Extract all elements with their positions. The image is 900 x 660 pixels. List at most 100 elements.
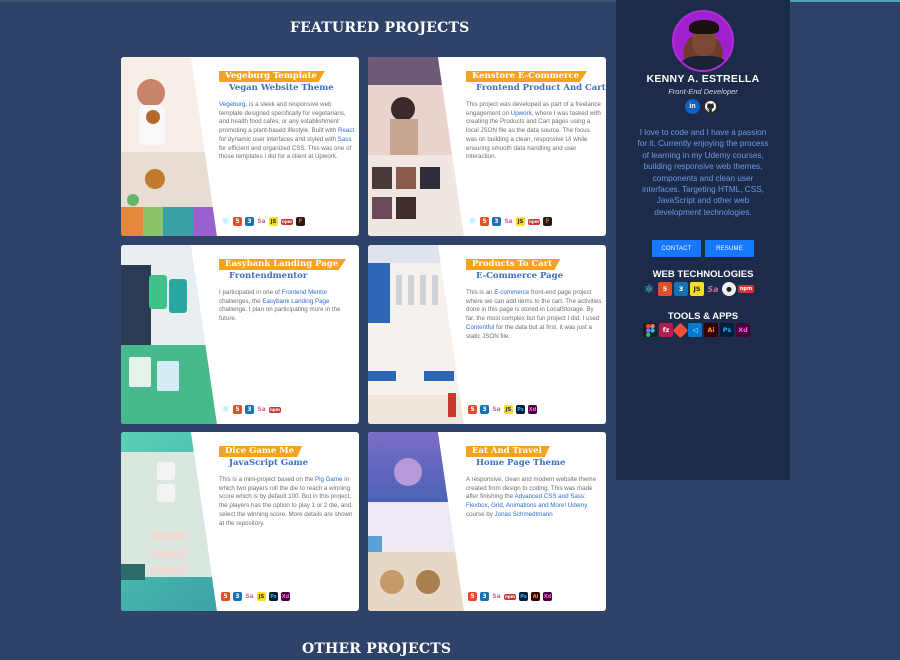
tools-apps-icons: fz ◁ Ai Ps Xd (643, 322, 750, 338)
project-subtitle: Frontend Product And Cart (476, 83, 606, 93)
project-description: Vegeburg, is a sleek and responsive web … (219, 101, 355, 162)
project-content: Kenstore E-Commerce Frontend Product And… (466, 65, 606, 162)
project-description: This is an E-commerce front-end page pro… (466, 289, 602, 341)
project-card-vegeburg[interactable]: Vegeburg Template Vegan Website Theme Ve… (121, 57, 359, 236)
css3-icon: 3 (233, 592, 242, 601)
project-title: Vegeburg Template (219, 71, 325, 82)
css3-icon: 3 (245, 217, 254, 226)
css3-icon: 3 (245, 405, 254, 414)
project-content: Dice Game Me JavaScript Game This is a m… (219, 440, 355, 528)
javascript-icon: JS (504, 405, 513, 414)
react-icon: ⚛ (221, 404, 230, 415)
react-icon: ⚛ (221, 216, 230, 227)
description-link[interactable]: Frontend Mentor (282, 289, 328, 296)
html5-icon: 5 (658, 282, 672, 296)
react-icon: ⚛ (468, 216, 477, 227)
javascript-icon: JS (257, 592, 266, 601)
tech-icons: 5 3 Sa npm Ps Ai Xd (468, 592, 552, 601)
npm-icon: npm (504, 593, 516, 600)
project-card-eat-and-travel[interactable]: Eat And Travel Home Page Theme A respons… (368, 432, 606, 611)
github-icon[interactable] (703, 99, 718, 114)
description-text: I participated in one of (219, 289, 282, 296)
xd-icon: Xd (736, 323, 750, 337)
javascript-icon: JS (269, 217, 278, 226)
description-link[interactable]: Upwork (511, 110, 532, 117)
web-technologies-icons: ⚛ 5 3 JS Sa ● npm (642, 282, 754, 296)
css3-icon: 3 (480, 592, 489, 601)
project-description: A responsive, clean and modern website t… (466, 476, 602, 520)
project-subtitle: Frontendmentor (229, 271, 308, 281)
project-card-dice-game[interactable]: Dice Game Me JavaScript Game This is a m… (121, 432, 359, 611)
xd-icon: Xd (543, 592, 552, 601)
html5-icon: 5 (221, 592, 230, 601)
figma-glyph (645, 323, 655, 337)
project-subtitle: Home Page Theme (476, 458, 566, 468)
html5-icon: 5 (480, 217, 489, 226)
web-technologies-heading: WEB TECHNOLOGIES (652, 269, 754, 280)
project-content: Vegeburg Template Vegan Website Theme Ve… (219, 65, 355, 162)
description-link[interactable]: React (338, 127, 354, 134)
project-description: This project was developed as part of a … (466, 101, 602, 162)
project-card-kenstore[interactable]: Kenstore E-Commerce Frontend Product And… (368, 57, 606, 236)
tech-icons: ⚛ 5 3 Sa npm (221, 404, 281, 415)
description-text: This is an (466, 289, 495, 296)
tech-icons: ⚛ 5 3 Sa JS npm F (221, 216, 305, 227)
avatar-hair (689, 20, 719, 34)
description-text: , where I was tasked with creating the P… (466, 109, 601, 161)
illustrator-icon: Ai (704, 323, 718, 337)
profile-role: Front-End Developer (668, 87, 738, 96)
project-content: Eat And Travel Home Page Theme A respons… (466, 440, 602, 520)
description-link[interactable]: Vegeburg (219, 101, 246, 108)
resume-button[interactable]: RESUME (705, 240, 754, 257)
description-text: This is a mini-project based on the (219, 476, 315, 483)
xd-icon: Xd (281, 592, 290, 601)
top-border-accent (790, 0, 900, 2)
description-link[interactable]: Jonas Schmedtmann (495, 511, 553, 518)
npm-icon: npm (738, 285, 754, 293)
other-projects-heading: OTHER PROJECTS (302, 641, 452, 657)
project-card-easybank[interactable]: Easybank Landing Page Frontendmentor I p… (121, 245, 359, 424)
javascript-icon: JS (690, 282, 704, 296)
project-content: Products To Cart E-Commerce Page This is… (466, 253, 602, 341)
description-text: for efficient and organized CSS. This wa… (219, 144, 352, 161)
profile-buttons: CONTACT RESUME (652, 240, 754, 257)
javascript-icon: JS (516, 217, 525, 226)
git-icon (672, 322, 689, 338)
description-text: challenges, the (219, 297, 263, 305)
project-title: Kenstore E-Commerce (466, 71, 588, 82)
illustrator-icon: Ai (531, 592, 540, 601)
css3-icon: 3 (674, 282, 688, 296)
npm-icon: npm (528, 218, 540, 225)
npm-icon: npm (269, 406, 281, 413)
description-text: challenge. I plan on participating more … (219, 306, 341, 323)
project-content: Easybank Landing Page Frontendmentor I p… (219, 253, 355, 324)
photoshop-icon: Ps (516, 405, 525, 414)
freecodecamp-icon: fz (659, 323, 673, 337)
npm-icon: npm (281, 218, 293, 225)
project-subtitle: E-Commerce Page (476, 271, 564, 281)
social-links: in (685, 99, 718, 114)
description-text: course by (466, 510, 495, 518)
description-link[interactable]: Pig Game (315, 476, 343, 483)
linkedin-icon[interactable]: in (685, 99, 700, 114)
project-title: Easybank Landing Page (219, 259, 347, 270)
html5-icon: 5 (468, 405, 477, 414)
figma-icon (643, 323, 657, 337)
sass-icon: Sa (492, 405, 501, 414)
sass-icon: Sa (257, 217, 266, 226)
project-description: I participated in one of Frontend Mentor… (219, 289, 355, 324)
description-link[interactable]: Sass (338, 136, 352, 143)
description-link[interactable]: E-commerce (494, 289, 529, 296)
sass-icon: Sa (492, 592, 501, 601)
contact-button[interactable]: CONTACT (652, 240, 701, 257)
description-link[interactable]: Easybank Landing Page (262, 298, 329, 305)
project-title: Dice Game Me (219, 446, 303, 457)
project-card-products-to-cart[interactable]: Products To Cart E-Commerce Page This is… (368, 245, 606, 424)
html5-icon: 5 (233, 217, 242, 226)
photoshop-icon: Ps (269, 592, 278, 601)
sass-icon: Sa (257, 405, 266, 414)
tech-icons: 5 3 Sa JS Ps Xd (221, 592, 290, 601)
tools-apps-heading: TOOLS & APPS (667, 311, 739, 322)
profile-panel: KENNY A. ESTRELLA Front-End Developer in… (616, 0, 790, 480)
description-link[interactable]: Contentful (466, 324, 494, 331)
